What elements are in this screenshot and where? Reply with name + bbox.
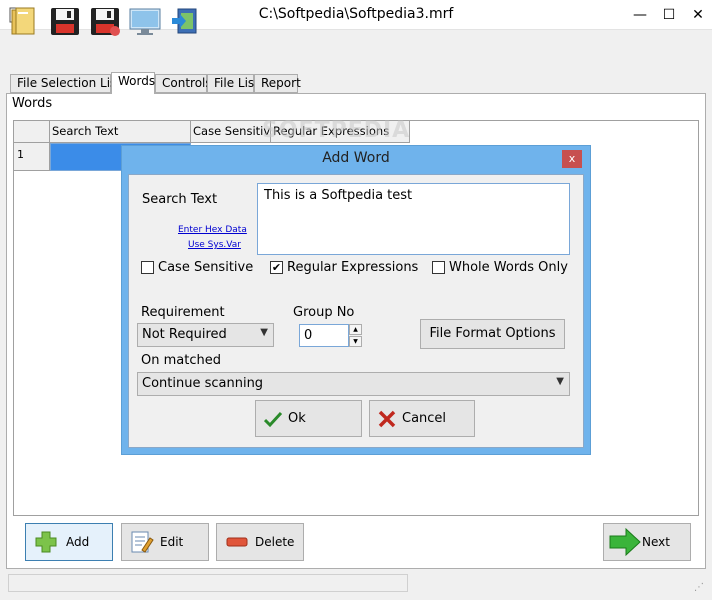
run-icon[interactable] [168, 4, 202, 38]
edit-button[interactable]: Edit [121, 523, 209, 561]
resize-grip-icon[interactable]: ⋰ [694, 582, 704, 593]
dialog-close-button[interactable]: x [562, 150, 582, 168]
checkmark-icon[interactable]: ✔ [270, 261, 283, 274]
monitor-icon[interactable] [128, 4, 162, 38]
group-no-input[interactable]: 0 [299, 324, 349, 347]
edit-button-label: Edit [160, 535, 184, 549]
requirement-label: Requirement [141, 305, 225, 320]
column-header-case-sensitive[interactable]: Case Sensitive [191, 121, 271, 143]
spin-up-icon[interactable]: ▲ [349, 324, 362, 335]
on-matched-value: Continue scanning [142, 376, 264, 391]
whole-words-only-label: Whole Words Only [449, 260, 568, 275]
column-header-search-text[interactable]: Search Text [50, 121, 191, 143]
chevron-down-icon: ▼ [260, 327, 268, 338]
grid-corner-header [14, 121, 50, 143]
edit-icon [131, 531, 154, 553]
row-number[interactable]: 1 [14, 143, 50, 171]
watermark: SOFTPEDIA [262, 118, 411, 143]
dialog-title: Add Word [322, 150, 390, 166]
ok-button-label: Ok [288, 411, 306, 426]
tab-file-list[interactable]: File List [207, 74, 259, 93]
on-matched-label: On matched [141, 353, 221, 368]
search-text-label: Search Text [142, 192, 218, 207]
tab-report[interactable]: Report [254, 74, 301, 93]
arrow-right-icon [609, 527, 641, 557]
spin-down-icon[interactable]: ▼ [349, 336, 362, 347]
close-button[interactable]: ✕ [683, 0, 712, 30]
cancel-button-label: Cancel [402, 411, 447, 426]
regular-expressions-label: Regular Expressions [287, 260, 419, 275]
on-matched-select[interactable]: Continue scanning ▼ [137, 372, 570, 396]
maximize-button[interactable]: ☐ [654, 0, 684, 30]
requirement-select[interactable]: Not Required ▼ [137, 323, 274, 347]
use-sys-var-link[interactable]: Use Sys.Var [188, 240, 241, 250]
whole-words-only-checkbox-box[interactable] [432, 261, 445, 274]
search-text-input[interactable]: This is a Softpedia test [257, 183, 570, 255]
group-no-label: Group No [293, 305, 355, 320]
checkmark-icon [264, 411, 282, 428]
tab-file-selection-list[interactable]: File Selection List [10, 74, 121, 93]
cancel-button[interactable]: Cancel [369, 400, 475, 437]
case-sensitive-label: Case Sensitive [158, 260, 254, 275]
plus-icon [35, 531, 57, 553]
file-format-options-button[interactable]: File Format Options [420, 319, 565, 349]
save-icon[interactable] [48, 4, 82, 38]
next-button[interactable]: Next [603, 523, 691, 561]
tab-controls[interactable]: Controls [155, 74, 212, 93]
case-sensitive-checkbox-box[interactable] [141, 261, 154, 274]
minus-icon [226, 537, 248, 547]
x-icon [378, 410, 396, 428]
status-pane [8, 574, 408, 592]
add-button[interactable]: Add [25, 523, 113, 561]
delete-button[interactable]: Delete [216, 523, 304, 561]
save-as-icon[interactable] [88, 4, 122, 38]
words-section-label: Words [12, 96, 53, 111]
delete-button-label: Delete [255, 535, 295, 549]
chevron-down-icon: ▼ [556, 376, 564, 387]
minimize-button[interactable]: — [625, 0, 655, 30]
ok-button[interactable]: Ok [255, 400, 362, 437]
next-button-label: Next [642, 535, 670, 549]
enter-hex-data-link[interactable]: Enter Hex Data [178, 225, 247, 235]
tab-words[interactable]: Words [111, 72, 155, 94]
add-button-label: Add [66, 535, 90, 549]
requirement-value: Not Required [142, 327, 227, 342]
open-folder-icon[interactable] [8, 4, 42, 38]
